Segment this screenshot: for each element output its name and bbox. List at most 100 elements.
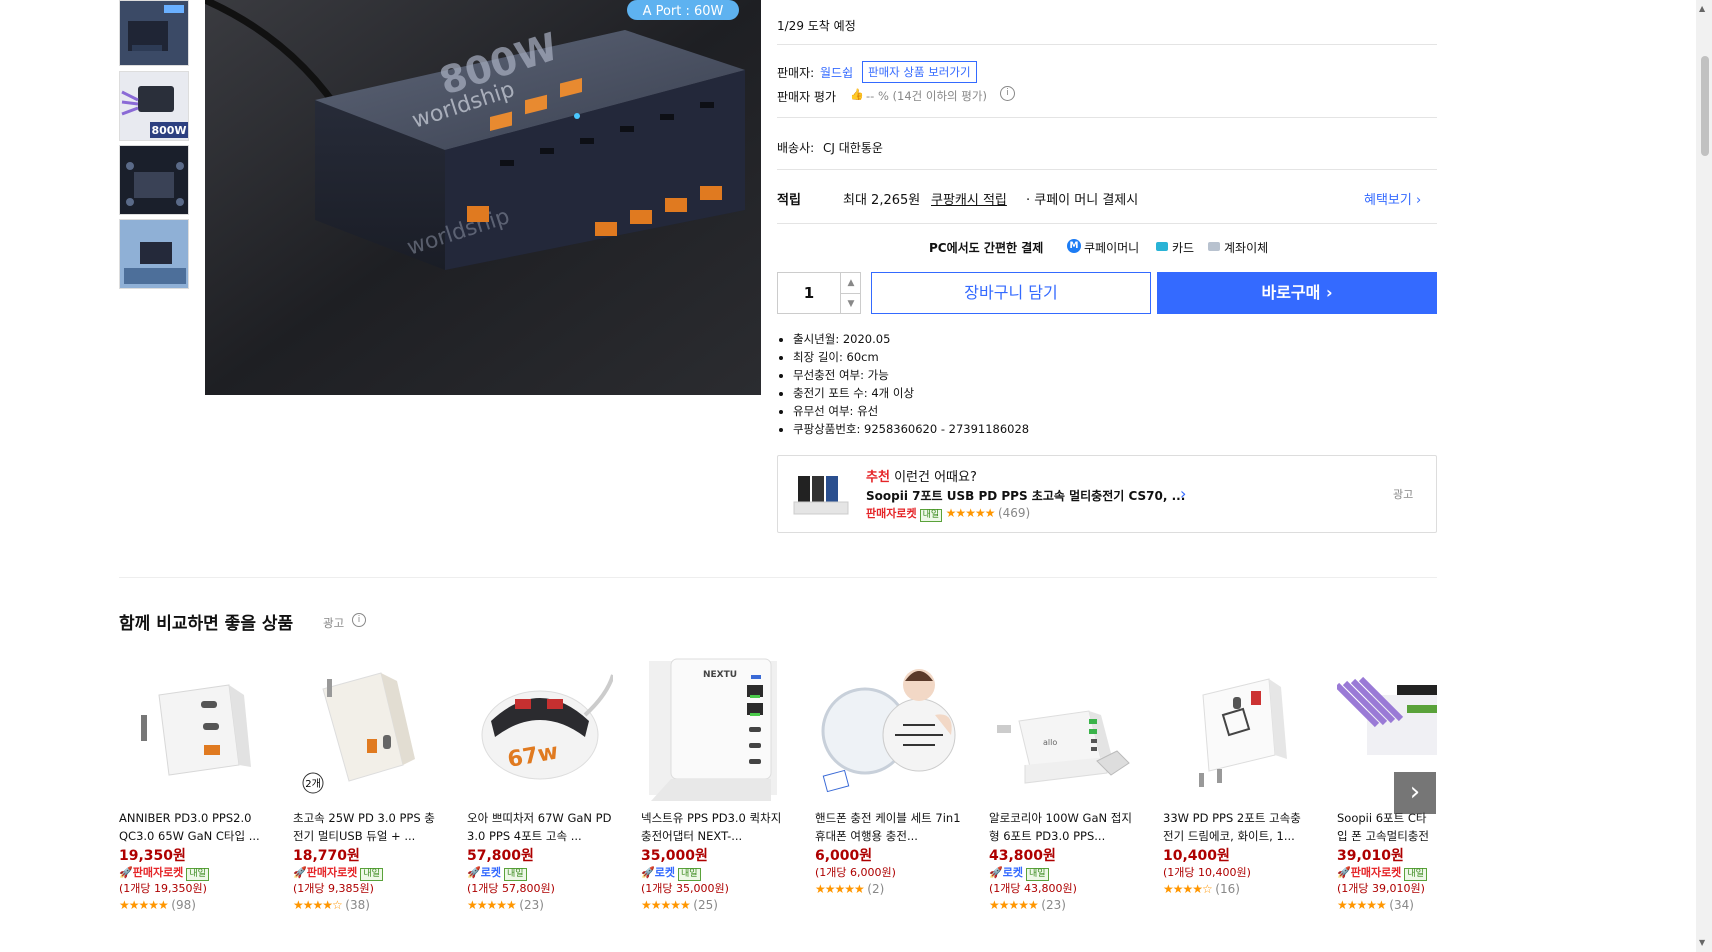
product-image[interactable]: 2개 [293,655,439,801]
shipper-label: 배송사: [777,141,815,155]
quantity-decrease-icon[interactable]: ▼ [841,294,861,314]
product-image[interactable]: 67w [467,655,613,801]
product-image[interactable]: allo [989,655,1135,801]
seller-rocket-badge: 판매자로켓 [866,507,917,520]
thumbnail-4[interactable] [119,219,189,289]
product-name[interactable]: 오아 쁘띠차저 67W GaN PD 3.0 PPS 4포트 고속 ... [467,809,615,845]
spec-item: 출시년월: 2020.05 [793,330,1029,348]
star-rating: ★★★★☆ [1163,882,1213,896]
compare-product-card[interactable]: 핸드폰 충전 케이블 세트 7in1 휴대폰 여행용 충전... 6,000원 … [815,655,975,898]
star-rating: ★★★★★ [945,506,996,520]
compare-product-card[interactable]: 2개 초고속 25W PD 3.0 PPS 충전기 멀티USB 듀얼 + ...… [293,655,453,914]
product-name[interactable]: Soopii 6포트 C타입 폰 고속멀티충전기 [1337,809,1437,845]
chevron-right-icon: › [1409,777,1421,807]
product-price: 6,000원 [815,848,873,864]
svg-text:allo: allo [1043,738,1057,747]
seller-rocket-badge: 판매자로켓 [306,866,358,879]
product-price: 19,350원 [119,848,186,864]
seller-rocket-badge: 판매자로켓 [132,866,184,879]
tomorrow-badge: 내일 [186,868,209,881]
info-icon[interactable]: i [1000,86,1015,101]
spec-item: 유무선 여부: 유선 [793,402,1029,420]
review-count: (23) [1041,898,1066,912]
unit-price: (1개당 39,010원) [1337,882,1425,895]
info-icon[interactable]: i [352,613,366,627]
product-price: 43,800원 [989,848,1056,864]
recommendation-product-name[interactable]: Soopii 7포트 USB PD PPS 초고속 멀티충전기 CS70, ..… [866,487,1185,504]
chevron-right-icon[interactable]: › [1180,484,1186,503]
product-name[interactable]: 넥스트유 PPS PD3.0 퀵차지 충전어댑터 NEXT-... [641,809,789,845]
star-rating: ★★★★★ [815,882,865,896]
arrival-date: 1/29 도착 예정 [777,19,856,33]
compare-product-card[interactable]: NEXTU 넥스트유 PPS PD3.0 퀵차지 충전어댑터 NEXT-... … [641,655,801,914]
points-suffix: · 쿠페이 머니 결제시 [1026,193,1139,208]
review-count: (2) [867,882,885,896]
main-product-image: 800W worldship worldship A Port : 60W [205,0,761,395]
rocket-icon: 🚀 [467,866,481,879]
coupang-cash-link[interactable]: 쿠팡캐시 적립 [931,189,1007,208]
view-seller-products-button[interactable]: 판매자 상품 보러가기 [862,61,977,83]
unit-price: (1개당 43,800원) [989,882,1077,895]
unit-price: (1개당 10,400원) [1163,866,1251,879]
scroll-up-icon[interactable]: ▲ [1699,4,1705,13]
star-rating: ★★★★★ [467,898,517,912]
rocket-badge: 로켓 [1002,866,1023,879]
seller-name-link[interactable]: 월드쉽 [820,64,853,81]
spec-item: 충전기 포트 수: 4개 이상 [793,384,1029,402]
unit-price: (1개당 35,000원) [641,882,729,895]
rocket-icon: 🚀 [989,866,1003,879]
add-to-cart-button[interactable]: 장바구니 담기 [871,272,1151,314]
bank-transfer-icon [1208,242,1220,251]
svg-text:NEXTU: NEXTU [703,670,737,680]
seller-label: 판매자: [777,66,815,80]
product-image[interactable] [815,655,961,801]
seller-rocket-badge: 판매자로켓 [1350,866,1402,879]
star-rating: ★★★★★ [641,898,691,912]
compare-product-card[interactable]: ANNIBER PD3.0 PPS2.0 QC3.0 65W GaN C타입 .… [119,655,279,914]
product-image[interactable] [1163,655,1309,801]
scroll-down-icon[interactable]: ▼ [1699,938,1705,947]
carousel-next-button[interactable]: › [1394,772,1436,814]
shipper-name: CJ 대한통운 [823,141,883,155]
thumbnail-3[interactable] [119,145,189,215]
quantity-input[interactable]: 1 [778,273,840,313]
product-name[interactable]: 알로코리아 100W GaN 접지형 6포트 PD3.0 PPS... [989,809,1137,845]
divider [777,117,1437,118]
product-image[interactable] [119,655,265,801]
product-image[interactable]: NEXTU [641,655,787,801]
compare-product-card[interactable]: 67w 오아 쁘띠차저 67W GaN PD 3.0 PPS 4포트 고속 ..… [467,655,627,914]
spec-item: 최장 길이: 60cm [793,348,1029,366]
svg-text:A Port : 60W: A Port : 60W [643,4,724,19]
thumbnail-1[interactable] [119,0,189,66]
compare-product-card[interactable]: 33W PD PPS 2포트 고속충전기 드림에코, 화이트, 1... 10,… [1163,655,1323,898]
product-name[interactable]: ANNIBER PD3.0 PPS2.0 QC3.0 65W GaN C타입 .… [119,809,267,845]
unit-price: (1개당 6,000원) [815,866,896,879]
svg-text:800W: 800W [151,124,186,137]
review-count: (23) [519,898,544,912]
recommendation-card[interactable]: 추천 이런건 어때요? Soopii 7포트 USB PD PPS 초고속 멀티… [777,455,1437,533]
product-name[interactable]: 초고속 25W PD 3.0 PPS 충전기 멀티USB 듀얼 + ... [293,809,441,845]
thumbnail-2[interactable]: 800W [119,71,189,141]
benefits-link[interactable]: 혜택보기 › [1364,189,1421,208]
tomorrow-badge: 내일 [360,868,383,881]
svg-text:2개: 2개 [305,778,321,790]
payment-title: PC에서도 간편한 결제 [929,241,1044,255]
quantity-stepper[interactable]: 1 ▲ ▼ [777,272,861,314]
rocket-icon: 🚀 [1337,866,1351,879]
product-name[interactable]: 핸드폰 충전 케이블 세트 7in1 휴대폰 여행용 충전... [815,809,963,845]
compare-product-card[interactable]: allo 알로코리아 100W GaN 접지형 6포트 PD3.0 PPS...… [989,655,1149,914]
section-divider [119,577,1437,578]
star-rating: ★★★★★ [989,898,1039,912]
tomorrow-badge: 내일 [1025,868,1049,881]
star-rating: ★★★★☆ [293,898,343,912]
product-name[interactable]: 33W PD PPS 2포트 고속충전기 드림에코, 화이트, 1... [1163,809,1311,845]
chevron-right-icon: › [1325,283,1333,302]
payment-method-coupay: 쿠페이머니 [1084,241,1140,255]
points-label: 적립 [777,193,801,208]
quantity-increase-icon[interactable]: ▲ [841,273,861,294]
unit-price: (1개당 57,800원) [467,882,555,895]
divider [777,44,1437,45]
tomorrow-badge: 내일 [919,509,943,522]
buy-now-button[interactable]: 바로구매 › [1157,272,1437,314]
scrollbar-thumb[interactable] [1701,56,1709,156]
